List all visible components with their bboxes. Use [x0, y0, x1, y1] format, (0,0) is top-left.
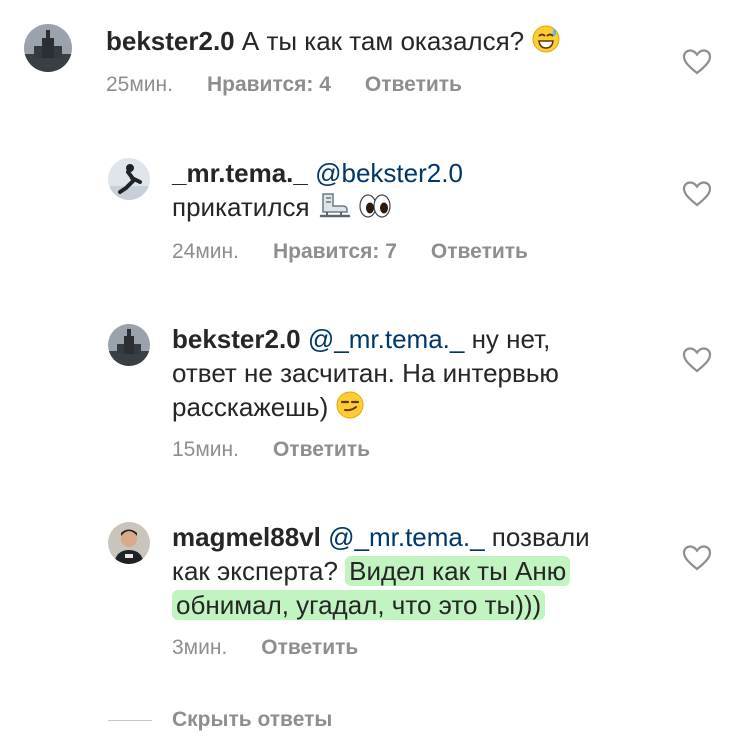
comment-body-line-1: ну нет, — [471, 324, 551, 354]
comment-text: bekster2.0 @_mr.tema._ ну нет, ответ не … — [172, 322, 559, 428]
highlighted-text-1: Видел как ты Аню — [345, 556, 571, 586]
smirk-emoji-icon — [335, 390, 365, 428]
comment-text: _mr.tema._ @bekster2.0 прикатился — [172, 156, 463, 228]
divider-line — [108, 719, 152, 721]
avatar[interactable] — [24, 24, 72, 72]
reply-button[interactable]: Ответить — [273, 438, 370, 462]
ice-skate-emoji-icon — [317, 190, 351, 228]
comment-body: прикатился — [172, 192, 310, 222]
comment-text: bekster2.0 А ты как там оказался? — [106, 24, 561, 62]
reply-button[interactable]: Ответить — [261, 636, 358, 660]
comment-body-line-1: позвали — [491, 522, 590, 552]
comment-meta: 24мин. Нравится: 7 Ответить — [172, 240, 528, 264]
like-heart-icon[interactable] — [682, 544, 712, 572]
timestamp: 3мин. — [172, 636, 228, 659]
highlighted-text-2: обнимал, угадал, что это ты))) — [172, 590, 546, 620]
comment-meta: 3мин. Ответить — [172, 636, 358, 660]
avatar[interactable] — [108, 522, 150, 564]
hide-replies-button[interactable]: Скрыть ответы — [172, 708, 332, 732]
comment-body-line-2: ответ не засчитан. На интервью — [172, 358, 559, 388]
reply-button[interactable]: Ответить — [365, 73, 462, 97]
like-heart-icon[interactable] — [682, 48, 712, 76]
avatar[interactable] — [108, 158, 150, 200]
reply-button[interactable]: Ответить — [431, 240, 528, 264]
mention-link[interactable]: @_mr.tema._ — [308, 324, 464, 354]
username[interactable]: _mr.tema._ — [172, 158, 308, 188]
comment-body-line-3: расскажешь) — [172, 392, 329, 422]
likes-count[interactable]: Нравится: 4 — [207, 73, 331, 97]
username[interactable]: bekster2.0 — [172, 324, 301, 354]
like-heart-icon[interactable] — [682, 180, 712, 208]
mention-link[interactable]: @_mr.tema._ — [328, 522, 484, 552]
comment-meta: 25мин. Нравится: 4 Ответить — [106, 73, 462, 97]
eyes-emoji-icon — [358, 192, 392, 228]
likes-count[interactable]: Нравится: 7 — [273, 240, 397, 264]
grin-sweat-emoji-icon — [531, 24, 561, 62]
timestamp: 24мин. — [172, 240, 239, 263]
username[interactable]: bekster2.0 — [106, 26, 235, 56]
comment-body: А ты как там оказался? — [241, 26, 525, 56]
username[interactable]: magmel88vl — [172, 522, 321, 552]
timestamp: 25мин. — [106, 73, 173, 96]
mention-link[interactable]: @bekster2.0 — [315, 158, 463, 188]
comment-text: magmel88vl @_mr.tema._ позвали как экспе… — [172, 520, 590, 622]
comment-meta: 15мин. Ответить — [172, 438, 370, 462]
comment-body-line-2: как эксперта? — [172, 556, 338, 586]
hide-replies-row[interactable]: Скрыть ответы — [108, 705, 332, 735]
avatar[interactable] — [108, 324, 150, 366]
timestamp: 15мин. — [172, 438, 239, 461]
like-heart-icon[interactable] — [682, 346, 712, 374]
